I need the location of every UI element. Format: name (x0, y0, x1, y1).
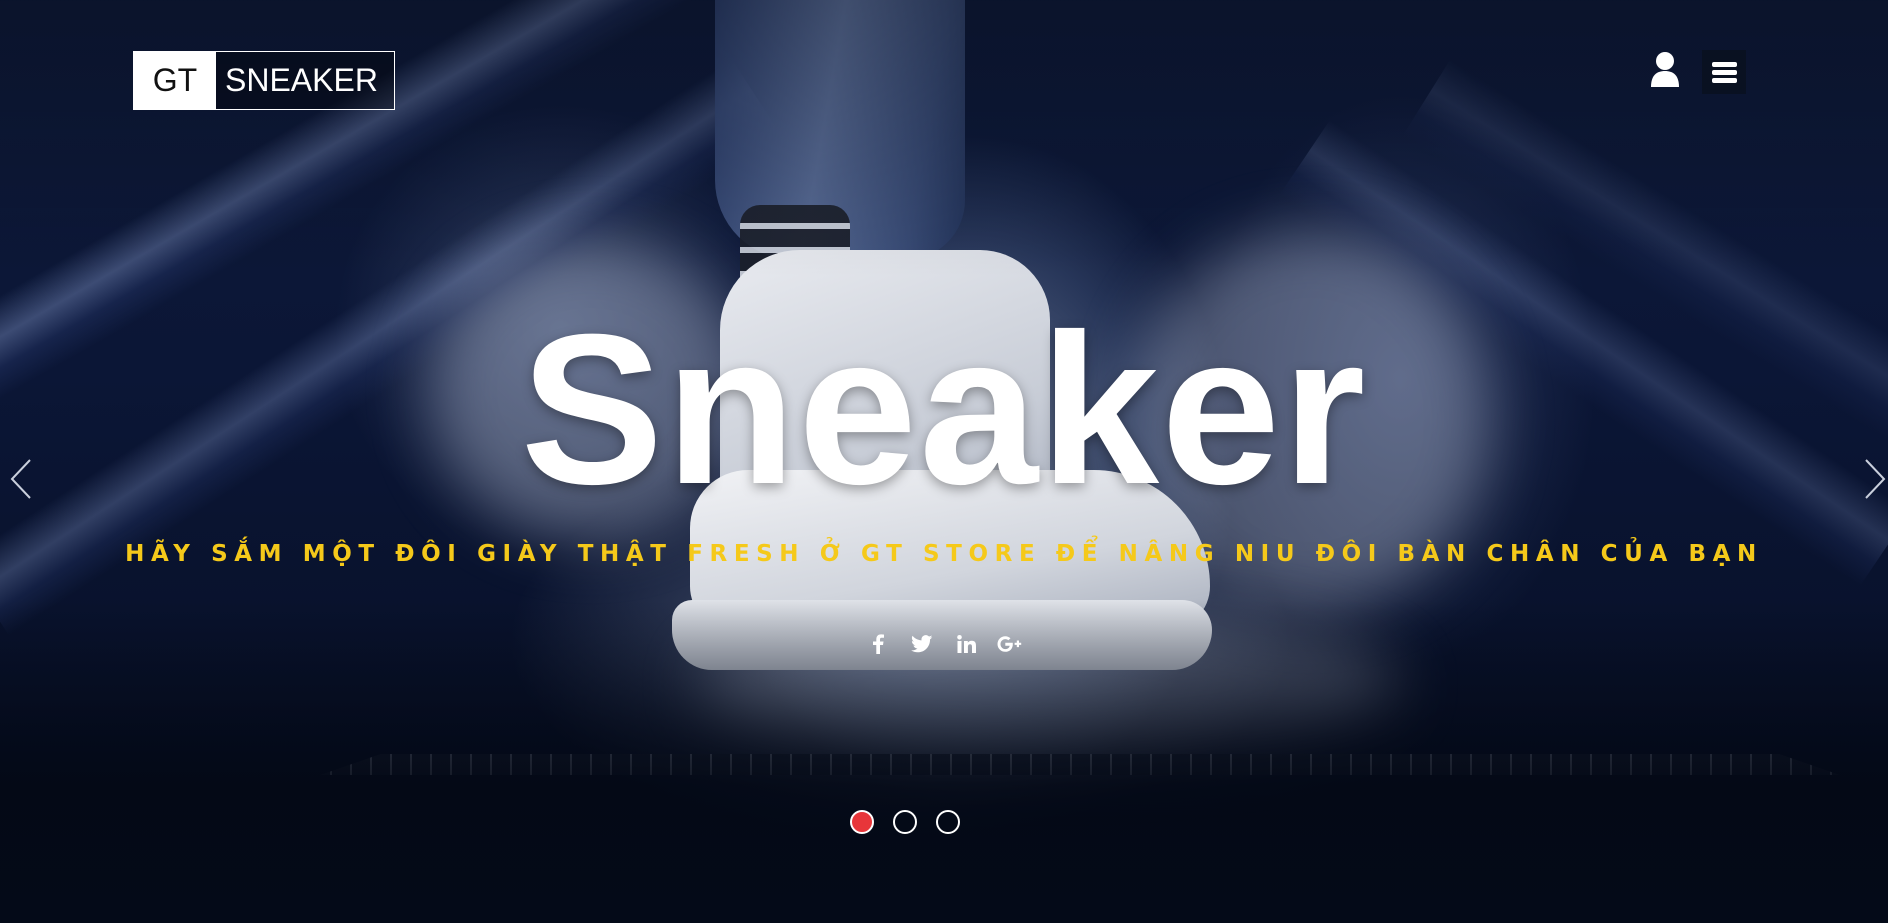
hero-headline: Sneaker (520, 290, 1368, 529)
twitter-icon[interactable] (900, 630, 944, 658)
google-plus-icon[interactable] (988, 630, 1032, 658)
site-logo[interactable]: GT SNEAKER (133, 51, 395, 110)
logo-gt: GT (134, 52, 216, 109)
carousel-indicators (850, 810, 960, 834)
hamburger-menu-icon (1712, 62, 1737, 67)
facebook-icon[interactable] (856, 630, 900, 658)
logo-sneaker: SNEAKER (216, 52, 394, 109)
hero-slider: GT SNEAKER Sneaker HÃY SẮM MỘT ĐÔI GIÀY … (0, 0, 1888, 923)
hamburger-menu-icon (1712, 70, 1737, 75)
hero-tagline: HÃY SẮM MỘT ĐÔI GIÀY THẬT FRESH Ở GT STO… (125, 541, 1763, 567)
user-icon (1651, 52, 1679, 87)
hamburger-menu-icon (1712, 78, 1737, 83)
carousel-dot-1[interactable] (850, 810, 874, 834)
user-account-button[interactable] (1648, 51, 1682, 89)
carousel-dot-2[interactable] (893, 810, 917, 834)
hamburger-menu-button[interactable] (1702, 50, 1746, 94)
social-links (0, 630, 1888, 658)
carousel-dot-3[interactable] (936, 810, 960, 834)
linkedin-icon[interactable] (944, 630, 988, 658)
